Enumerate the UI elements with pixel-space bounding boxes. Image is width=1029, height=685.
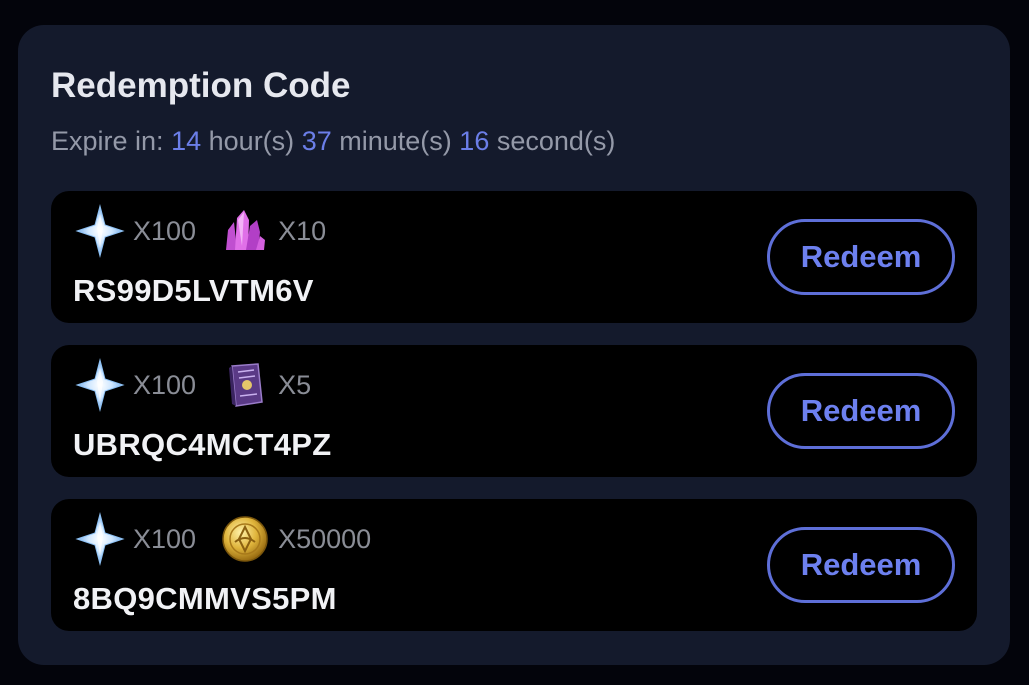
expire-countdown: Expire in: 14 hour(s) 37 minute(s) 16 se… <box>51 123 615 159</box>
reward-item: X10 <box>220 206 326 256</box>
reward-item: X50000 <box>220 514 371 564</box>
reward-item: X5 <box>220 360 311 410</box>
reward-item: X100 <box>75 204 196 258</box>
panel-title: Redemption Code <box>51 66 351 105</box>
expire-hours: 14 <box>171 126 202 156</box>
redemption-code: RS99D5LVTM6V <box>73 273 314 308</box>
purple-crystal-icon <box>220 206 270 256</box>
reward-quantity: X50000 <box>278 524 372 554</box>
reward-item: X100 <box>75 512 196 566</box>
expire-minutes-unit: minute(s) <box>339 126 452 156</box>
reward-quantity: X10 <box>278 216 327 246</box>
code-card: X100 X5 UBRQC4MCT4PZ Redeem <box>51 345 977 477</box>
code-card: X100 X10 RS99D5LVTM6V Redeem <box>51 191 977 323</box>
redeem-button[interactable]: Redeem <box>767 373 955 449</box>
redemption-code: 8BQ9CMMVS5PM <box>73 581 337 616</box>
expire-seconds-unit: second(s) <box>496 126 616 156</box>
expire-hours-unit: hour(s) <box>208 126 295 156</box>
reward-quantity: X100 <box>133 524 197 554</box>
reward-quantity: X100 <box>133 216 197 246</box>
gold-coin-icon <box>220 514 270 564</box>
redemption-panel: Redemption Code Expire in: 14 hour(s) 37… <box>18 25 1010 665</box>
reward-list: X100 X10 <box>75 203 350 259</box>
redeem-button[interactable]: Redeem <box>767 219 955 295</box>
redemption-code: UBRQC4MCT4PZ <box>73 427 332 462</box>
star-crystal-icon <box>75 358 125 412</box>
expire-prefix: Expire in: <box>51 126 164 156</box>
reward-list: X100 X5 <box>75 357 335 413</box>
star-crystal-icon <box>75 204 125 258</box>
redeem-button[interactable]: Redeem <box>767 527 955 603</box>
reward-quantity: X100 <box>133 370 197 400</box>
purple-book-icon <box>220 360 270 410</box>
code-card: X100 X50000 8BQ9CMMVS5PM Redeem <box>51 499 977 631</box>
expire-minutes: 37 <box>301 126 332 156</box>
reward-item: X100 <box>75 358 196 412</box>
expire-seconds: 16 <box>459 126 490 156</box>
star-crystal-icon <box>75 512 125 566</box>
reward-list: X100 X50000 <box>75 511 395 567</box>
reward-quantity: X5 <box>278 370 312 400</box>
